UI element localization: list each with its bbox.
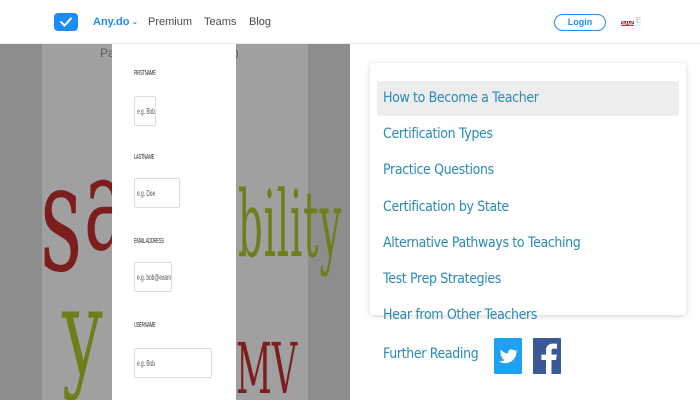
brand-dropdown[interactable]: Any.do ⌄ (93, 16, 138, 28)
lastname-field[interactable]: e.g. Doe (134, 178, 180, 208)
twitter-icon[interactable] (494, 338, 522, 374)
menu-item-how-to-become-a-teacher[interactable]: How to Become a Teacher (377, 81, 679, 116)
brand-label: Any.do (93, 16, 130, 28)
top-navigation: Any.do ⌄ Premium Teams Blog Login E (0, 0, 700, 44)
email-label: EMAIL ADDRESS (134, 238, 164, 245)
language-code[interactable]: E (636, 16, 641, 25)
menu-item-certification-types[interactable]: Certification Types (377, 117, 679, 152)
nav-link-premium[interactable]: Premium (148, 16, 192, 28)
anydo-logo-icon[interactable] (54, 13, 78, 31)
firstname-label: FIRSTNAME (134, 70, 156, 77)
menu-item-practice-questions[interactable]: Practice Questions (377, 153, 679, 188)
menu-item-test-prep-strategies[interactable]: Test Prep Strategies (377, 262, 679, 297)
nav-link-teams[interactable]: Teams (204, 16, 236, 28)
resources-dropdown-menu: How to Become a Teacher Certification Ty… (370, 63, 686, 323)
menu-item-alternative-pathways[interactable]: Alternative Pathways to Teaching (377, 226, 679, 261)
uk-flag-icon[interactable] (621, 17, 634, 26)
artwork-word-mv: MV (236, 328, 298, 400)
background-overlay: Pa l) s a y bility MV FIRSTNAME e.g. Bob… (0, 44, 350, 400)
menu-item-hear-from-other-teachers[interactable]: Hear from Other Teachers (377, 298, 679, 333)
artwork-letter-y: y (62, 264, 103, 400)
username-label: USERNAME (134, 322, 156, 329)
chevron-down-icon: ⌄ (131, 17, 139, 26)
nav-link-blog[interactable]: Blog (249, 16, 271, 28)
username-field[interactable]: e.g. Bob (134, 348, 212, 378)
lastname-label: LASTNAME (134, 154, 155, 161)
artwork-word-bility: bility (238, 171, 343, 278)
menu-item-certification-by-state[interactable]: Certification by State (377, 190, 679, 225)
login-button[interactable]: Login (554, 14, 606, 31)
facebook-icon[interactable] (533, 338, 561, 374)
further-reading-link[interactable]: Further Reading (383, 337, 489, 371)
firstname-field[interactable]: e.g. Bob (134, 96, 156, 126)
signup-form: FIRSTNAME e.g. Bob LASTNAME e.g. Doe EMA… (112, 44, 236, 400)
email-field[interactable]: e.g. bob@example.com (134, 262, 172, 292)
